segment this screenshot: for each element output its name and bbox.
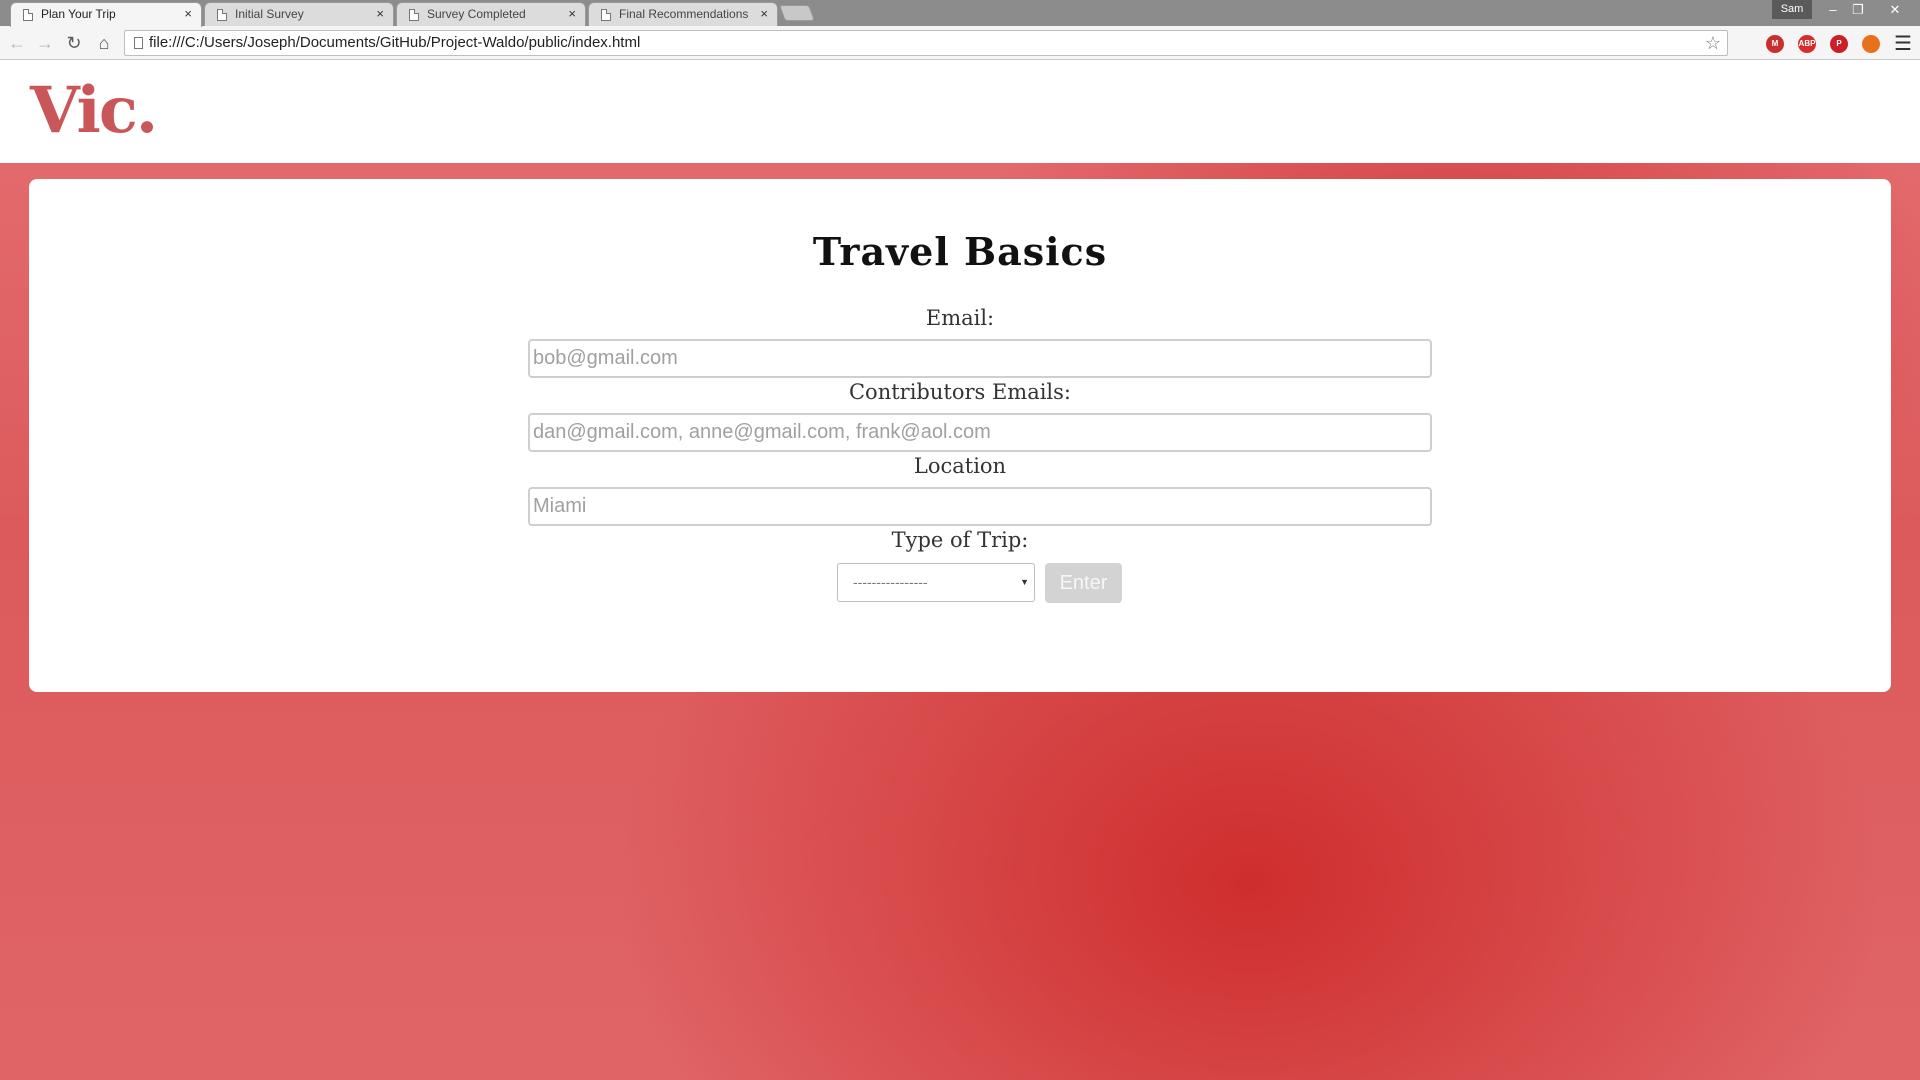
extension-label: M — [1771, 39, 1779, 48]
location-label: Location — [913, 454, 1007, 478]
tab-title: Initial Survey — [235, 7, 304, 21]
travel-basics-form: Travel Basics Email: Contributors Emails… — [29, 179, 1891, 692]
bookmark-star-icon[interactable]: ☆ — [1705, 31, 1721, 55]
page-icon — [217, 9, 227, 21]
close-icon[interactable]: × — [568, 3, 576, 25]
contributors-emails-field[interactable] — [528, 413, 1432, 452]
contributors-emails-label: Contributors Emails: — [848, 380, 1072, 404]
page-icon — [601, 9, 611, 21]
home-icon[interactable]: ⌂ — [93, 32, 115, 54]
site-logo[interactable]: Vic. — [30, 73, 158, 148]
page-icon — [134, 37, 143, 49]
adblock-plus-icon[interactable]: ABP — [1798, 35, 1816, 53]
tab-plan-your-trip[interactable]: Plan Your Trip × — [10, 2, 202, 27]
profile-button[interactable]: Sam — [1772, 0, 1812, 19]
back-icon[interactable]: ← — [6, 32, 28, 54]
browser-tab-strip: Plan Your Trip × Initial Survey × Survey… — [0, 0, 1920, 27]
web-page: Vic. Travel Basics Email: Contributors E… — [0, 61, 1920, 1080]
site-header: Vic. — [0, 61, 1920, 163]
new-tab-button[interactable] — [779, 5, 815, 21]
enter-button[interactable]: Enter — [1045, 563, 1122, 603]
email-field[interactable] — [528, 339, 1432, 378]
tab-title: Final Recommendations — [619, 7, 749, 21]
close-icon[interactable]: × — [760, 3, 768, 25]
close-icon[interactable]: × — [376, 3, 384, 25]
page-icon — [23, 9, 33, 21]
page-icon — [409, 9, 419, 21]
trip-type-select[interactable]: ---------------- ▼ — [837, 563, 1035, 602]
email-label: Email: — [925, 306, 995, 330]
close-window-icon[interactable]: ✕ — [1880, 0, 1910, 20]
tab-survey-completed[interactable]: Survey Completed × — [396, 2, 586, 26]
restore-icon[interactable]: ❐ — [1843, 0, 1873, 20]
browser-toolbar: ← → ↻ ⌂ file:///C:/Users/Joseph/Document… — [0, 26, 1920, 60]
pinterest-icon[interactable]: P — [1830, 35, 1848, 53]
location-field[interactable] — [528, 487, 1432, 526]
tab-title: Plan Your Trip — [41, 7, 116, 21]
dropdown-arrow-icon: ▼ — [1020, 577, 1029, 587]
extension-label: ABP — [1798, 39, 1816, 48]
form-title: Travel Basics — [812, 229, 1108, 274]
url-text[interactable]: file:///C:/Users/Joseph/Documents/GitHub… — [149, 31, 640, 55]
tab-initial-survey[interactable]: Initial Survey × — [204, 2, 394, 26]
fire-icon[interactable] — [1862, 35, 1880, 53]
forward-icon[interactable]: → — [34, 32, 56, 54]
menu-icon[interactable]: ☰ — [1894, 31, 1912, 56]
trip-type-label: Type of Trip: — [891, 528, 1029, 552]
tab-title: Survey Completed — [427, 7, 526, 21]
extension-label: P — [1836, 39, 1842, 48]
address-bar[interactable]: file:///C:/Users/Joseph/Documents/GitHub… — [124, 30, 1728, 56]
mendeley-icon[interactable]: M — [1766, 35, 1784, 53]
tab-final-recommendations[interactable]: Final Recommendations × — [588, 2, 778, 26]
trip-type-selected-value: ---------------- — [853, 574, 928, 590]
reload-icon[interactable]: ↻ — [63, 32, 85, 54]
close-icon[interactable]: × — [184, 3, 192, 25]
